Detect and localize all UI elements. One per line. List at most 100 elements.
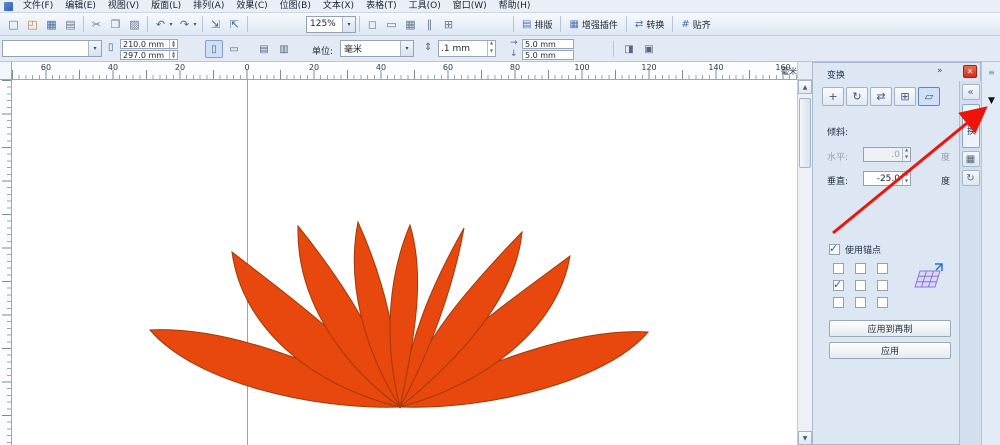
page-size-combo[interactable]: ▾ bbox=[2, 40, 102, 57]
transform-tab-position[interactable]: + bbox=[822, 87, 844, 106]
menu-effects[interactable]: 效果(C) bbox=[230, 0, 273, 12]
units-combo[interactable]: 毫米 ▾ bbox=[340, 40, 414, 57]
all-pages-button[interactable]: ▤ bbox=[255, 40, 273, 58]
show-grid-button[interactable]: ▦ bbox=[401, 15, 420, 34]
current-page-button[interactable]: ▥ bbox=[275, 40, 293, 58]
duplicate-y-field[interactable]: 5.0 mm bbox=[522, 50, 574, 60]
landscape-button[interactable]: ▭ bbox=[225, 40, 243, 58]
docker-tab-transform[interactable]: 变换 bbox=[962, 104, 980, 148]
anchor-grid-cell[interactable] bbox=[833, 263, 844, 274]
docker-tab-strip: « 变换 ▦ ↻ bbox=[959, 81, 981, 445]
anchor-grid-cell[interactable] bbox=[855, 263, 866, 274]
transform-tab-size[interactable]: ⊞ bbox=[894, 87, 916, 106]
docker-collapse-button[interactable]: « bbox=[962, 84, 980, 100]
scroll-up-button[interactable]: ▲ bbox=[798, 80, 812, 94]
apply-to-duplicate-button[interactable]: 应用到再制 bbox=[829, 320, 951, 337]
menu-help[interactable]: 帮助(H) bbox=[493, 0, 537, 12]
print-button[interactable]: ▤ bbox=[61, 15, 80, 34]
use-anchor-checkbox[interactable] bbox=[829, 244, 840, 255]
options-button[interactable]: ⊞ bbox=[439, 15, 458, 34]
skew-horizontal-field[interactable]: .0 ▲▼ bbox=[863, 147, 911, 162]
skew-horizontal-spinner[interactable]: ▲▼ bbox=[902, 148, 910, 161]
undo-dropdown[interactable]: ▾ bbox=[167, 21, 175, 28]
nudge-field[interactable]: .1 mm ▲▼ bbox=[438, 40, 496, 57]
cut-button[interactable]: ✂ bbox=[87, 15, 106, 34]
export-button[interactable]: ⇱ bbox=[225, 15, 244, 34]
anchor-grid-cell[interactable] bbox=[833, 297, 844, 308]
vertical-ruler[interactable] bbox=[0, 80, 12, 445]
page-width-spinner[interactable]: ▲▼ bbox=[169, 40, 177, 48]
apply-button[interactable]: 应用 bbox=[829, 342, 951, 359]
anchor-grid-cell[interactable] bbox=[855, 280, 866, 291]
page-height-field[interactable]: 297.0 mm ▲▼ bbox=[120, 50, 178, 60]
portrait-button[interactable]: ▯ bbox=[205, 40, 223, 58]
menu-tools[interactable]: 工具(O) bbox=[403, 0, 447, 12]
anchor-grid-cell[interactable] bbox=[855, 297, 866, 308]
skew-vertical-spinner[interactable]: ▲▼ bbox=[902, 172, 910, 185]
anchor-grid-cell[interactable] bbox=[877, 297, 888, 308]
paste-button[interactable]: ▨ bbox=[125, 15, 144, 34]
rulers-icon: ▭ bbox=[386, 18, 396, 31]
import-button[interactable]: ⇲ bbox=[206, 15, 225, 34]
docker-tab-2[interactable]: ▦ bbox=[962, 151, 980, 167]
duplicate-x-icon: → bbox=[510, 38, 518, 48]
menu-text[interactable]: 文本(X) bbox=[317, 0, 360, 12]
anchor-grid-cell[interactable] bbox=[877, 263, 888, 274]
convert-toolbar-button[interactable]: ⇄ 转换 bbox=[630, 18, 669, 31]
page-width-field[interactable]: 210.0 mm ▲▼ bbox=[120, 39, 178, 49]
apply-label: 应用 bbox=[881, 344, 899, 357]
menu-edit[interactable]: 编辑(E) bbox=[59, 0, 102, 12]
redo-dropdown[interactable]: ▾ bbox=[191, 21, 199, 28]
open-button[interactable]: ◰ bbox=[23, 15, 42, 34]
docker-tab-3[interactable]: ↻ bbox=[962, 170, 980, 186]
plugins-toolbar-button[interactable]: ▦ 增强插件 bbox=[564, 18, 622, 31]
lotus-drawing[interactable] bbox=[12, 80, 797, 445]
docker-tab-2-icon: ▦ bbox=[966, 154, 975, 165]
page-height-spinner[interactable]: ▲▼ bbox=[169, 51, 177, 59]
vertical-scrollbar[interactable]: ▲ ▼ bbox=[797, 80, 812, 445]
scroll-down-icon: ▼ bbox=[803, 435, 808, 442]
transform-tab-scale-mirror[interactable]: ⇄ bbox=[870, 87, 892, 106]
zoom-level-combo[interactable]: 125% ▾ bbox=[306, 16, 356, 33]
new-button[interactable]: □ bbox=[4, 15, 23, 34]
transform-tab-rotate[interactable]: ↻ bbox=[846, 87, 868, 106]
transform-tab-skew[interactable]: ▱ bbox=[918, 87, 940, 106]
chevron-down-icon[interactable]: ▾ bbox=[88, 41, 101, 56]
copy-button[interactable]: ❐ bbox=[106, 15, 125, 34]
drawing-canvas[interactable] bbox=[12, 80, 797, 445]
docker-more-button[interactable]: » bbox=[937, 66, 943, 76]
menu-window[interactable]: 窗口(W) bbox=[447, 0, 493, 12]
show-guidelines-button[interactable]: ∥ bbox=[420, 15, 439, 34]
scroll-up-icon: ▲ bbox=[803, 84, 808, 91]
menu-bitmaps[interactable]: 位图(B) bbox=[274, 0, 317, 12]
lotus-petals[interactable] bbox=[150, 222, 648, 407]
scroll-down-button[interactable]: ▼ bbox=[798, 431, 812, 445]
propbar-extra-button-2[interactable]: ▣ bbox=[640, 40, 658, 58]
docker-close-button[interactable]: ✕ bbox=[963, 65, 977, 78]
snap-toolbar-button[interactable]: # 贴齐 bbox=[676, 18, 715, 31]
anchor-grid-cell[interactable] bbox=[877, 280, 888, 291]
menu-table[interactable]: 表格(T) bbox=[360, 0, 403, 12]
ruler-origin-corner[interactable] bbox=[0, 62, 12, 80]
chevron-down-icon[interactable]: ▾ bbox=[400, 41, 413, 56]
menu-view[interactable]: 视图(V) bbox=[102, 0, 145, 12]
scrollbar-thumb[interactable] bbox=[799, 98, 811, 168]
docker-menu-arrow-icon[interactable]: ▼ bbox=[982, 96, 1000, 106]
nudge-spinner[interactable]: ▲▼ bbox=[487, 41, 495, 56]
import-icon: ⇲ bbox=[211, 18, 220, 31]
chevron-down-icon[interactable]: ▾ bbox=[342, 17, 355, 32]
layout-toolbar-button[interactable]: ▤ 排版 bbox=[517, 18, 557, 31]
landscape-icon: ▭ bbox=[229, 44, 238, 55]
menu-layout[interactable]: 版面(L) bbox=[145, 0, 187, 12]
menu-file[interactable]: 文件(F) bbox=[17, 0, 59, 12]
show-rulers-button[interactable]: ▭ bbox=[382, 15, 401, 34]
fullscreen-preview-button[interactable]: ◻ bbox=[363, 15, 382, 34]
menu-arrange[interactable]: 排列(A) bbox=[187, 0, 230, 12]
skew-vertical-field[interactable]: -25.0 ▲▼ bbox=[863, 171, 911, 186]
save-button[interactable]: ▦ bbox=[42, 15, 61, 34]
propbar-extra-button-1[interactable]: ◨ bbox=[620, 40, 638, 58]
ruler-number: 40 bbox=[369, 63, 393, 72]
horizontal-ruler[interactable]: 60 40 20 0 20 40 60 80 100 120 140 160 bbox=[12, 62, 797, 80]
anchor-grid-cell[interactable] bbox=[833, 280, 844, 291]
duplicate-x-field[interactable]: 5.0 mm bbox=[522, 39, 574, 49]
